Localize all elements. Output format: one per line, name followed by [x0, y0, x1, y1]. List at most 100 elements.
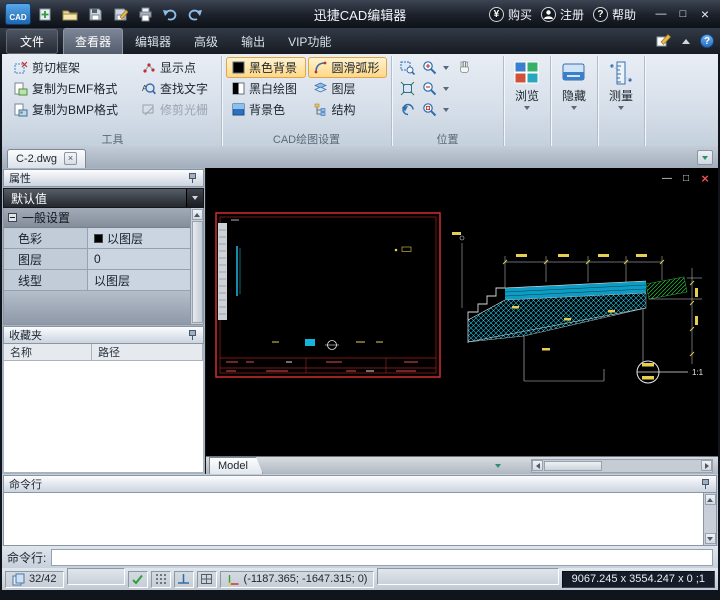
clip-frame-button[interactable]: 剪切框架	[8, 57, 134, 78]
tab-list-button[interactable]	[697, 150, 713, 165]
zoom-in-menu-caret[interactable]	[443, 66, 449, 70]
yen-icon: ¥	[489, 7, 504, 22]
scroll-up-icon[interactable]	[192, 209, 203, 220]
command-panel: 命令行 命令行:	[2, 474, 718, 568]
snap-toggle[interactable]	[128, 571, 148, 588]
ribbon-help-icon[interactable]: ?	[700, 34, 714, 48]
redo-button[interactable]	[184, 3, 206, 25]
drawing-extents: 9067.245 x 3554.247 x 0 ;1	[562, 571, 715, 588]
pin-icon[interactable]	[187, 172, 198, 184]
app-logo-icon: CAD	[5, 3, 31, 25]
zoom-window-button[interactable]	[397, 58, 417, 78]
tab-vip[interactable]: VIP功能	[277, 29, 342, 54]
copy-emf-button[interactable]: 复制为EMF格式	[8, 78, 134, 99]
layout-tabs-menu-button[interactable]	[491, 459, 505, 472]
help-button[interactable]: ? 帮助	[593, 6, 636, 23]
mdi-close-button[interactable]: ×	[699, 172, 711, 184]
measure-button[interactable]: 测量	[598, 56, 645, 146]
perpendicular-icon	[177, 573, 190, 585]
print-button[interactable]	[134, 3, 156, 25]
background-color-button[interactable]: 背景色	[226, 99, 306, 120]
zoom-scale-button[interactable]	[419, 100, 439, 120]
find-text-button[interactable]: A查找文字	[136, 78, 214, 99]
scroll-up-icon[interactable]	[705, 494, 716, 505]
favorites-header: 收藏夹	[3, 326, 204, 344]
ortho-toggle[interactable]	[174, 571, 194, 588]
save-as-button[interactable]	[109, 3, 131, 25]
command-scrollbar[interactable]	[703, 493, 716, 545]
show-points-button[interactable]: 显示点	[136, 57, 214, 78]
tab-close-icon[interactable]: ×	[64, 152, 77, 165]
minimize-button[interactable]: —	[651, 5, 671, 23]
tab-output[interactable]: 输出	[230, 29, 276, 54]
mdi-restore-button[interactable]: □	[680, 172, 692, 184]
canvas-viewport[interactable]: 1:1 — □ ×	[206, 168, 718, 456]
pin-icon[interactable]	[187, 329, 198, 341]
open-file-button[interactable]	[59, 3, 81, 25]
question-icon: ?	[593, 7, 608, 22]
close-button[interactable]: ×	[695, 5, 715, 23]
properties-scrollbar[interactable]	[190, 208, 203, 324]
save-as-icon	[113, 7, 128, 22]
zoom-extents-button[interactable]	[397, 79, 417, 99]
zoom-previous-button[interactable]	[397, 100, 417, 120]
collapse-icon[interactable]	[8, 213, 17, 222]
structure-button[interactable]: 结构	[308, 99, 387, 120]
pan-hand-button[interactable]	[454, 58, 474, 78]
layer-value[interactable]: 0	[88, 249, 190, 269]
save-button[interactable]	[84, 3, 106, 25]
maximize-button[interactable]: □	[673, 5, 693, 23]
zoom-out-menu-caret[interactable]	[443, 87, 449, 91]
command-input[interactable]	[51, 549, 713, 566]
scroll-down-icon[interactable]	[705, 533, 716, 544]
bw-drawing-button[interactable]: 黑白绘图	[226, 78, 306, 99]
horizontal-scrollbar[interactable]	[531, 459, 713, 473]
mdi-minimize-button[interactable]: —	[661, 172, 673, 184]
ribbon-group-position: 位置	[392, 56, 504, 146]
scroll-thumb[interactable]	[192, 221, 203, 323]
undo-button[interactable]	[159, 3, 181, 25]
pin-icon[interactable]	[700, 478, 711, 490]
hide-button[interactable]: 隐藏	[551, 56, 598, 146]
collapse-ribbon-icon[interactable]	[682, 39, 690, 44]
zoom-out-button[interactable]	[419, 79, 439, 99]
copy-bmp-button[interactable]: 复制为BMP格式	[8, 99, 134, 120]
model-tab[interactable]: Model	[209, 457, 263, 474]
position-group-label: 位置	[396, 131, 499, 146]
favorites-list[interactable]	[3, 361, 204, 473]
tab-viewer[interactable]: 查看器	[63, 28, 123, 54]
new-file-button[interactable]	[34, 3, 56, 25]
smooth-arc-toggle[interactable]: 圆滑弧形	[308, 57, 387, 78]
register-button[interactable]: 注册	[541, 6, 584, 23]
grid-toggle[interactable]	[197, 571, 217, 588]
grid-dots-toggle[interactable]	[151, 571, 171, 588]
tab-advanced[interactable]: 高级	[183, 29, 229, 54]
browse-button[interactable]: 浏览	[504, 56, 551, 146]
property-preset-select[interactable]: 默认值	[3, 188, 204, 208]
pan-hand-icon	[457, 60, 472, 75]
scroll-right-icon[interactable]	[701, 460, 712, 471]
trim-raster-button[interactable]: 修剪光栅	[136, 99, 214, 120]
buy-button[interactable]: ¥ 购买	[489, 6, 532, 23]
scroll-thumb[interactable]	[544, 461, 602, 471]
status-bar: 32/42 (-1187.365; -1647.315; 0) 9067.245…	[2, 568, 718, 590]
tab-editor[interactable]: 编辑器	[124, 29, 182, 54]
browse-menu-caret	[524, 106, 530, 110]
layers-button[interactable]: 图层	[308, 78, 387, 99]
section-general-settings[interactable]: 一般设置	[4, 208, 190, 228]
scroll-left-icon[interactable]	[532, 460, 543, 471]
favorites-col-name: 名称	[4, 344, 92, 360]
black-background-toggle[interactable]: 黑色背景	[226, 57, 306, 78]
edit-pencil-icon[interactable]	[656, 33, 672, 50]
zoom-scale-icon	[422, 102, 437, 117]
file-menu-button[interactable]: 文件	[6, 29, 58, 54]
zoom-scale-menu-caret[interactable]	[443, 108, 449, 112]
tools-group-label: 工具	[8, 131, 217, 146]
zoom-in-button[interactable]	[419, 58, 439, 78]
color-value[interactable]: 以图层	[88, 228, 190, 248]
document-tab[interactable]: C-2.dwg ×	[7, 149, 86, 168]
linetype-value[interactable]: 以图层	[88, 270, 190, 290]
zoom-out-icon	[422, 81, 437, 96]
save-icon	[88, 7, 103, 22]
chevron-down-icon[interactable]	[186, 189, 203, 207]
